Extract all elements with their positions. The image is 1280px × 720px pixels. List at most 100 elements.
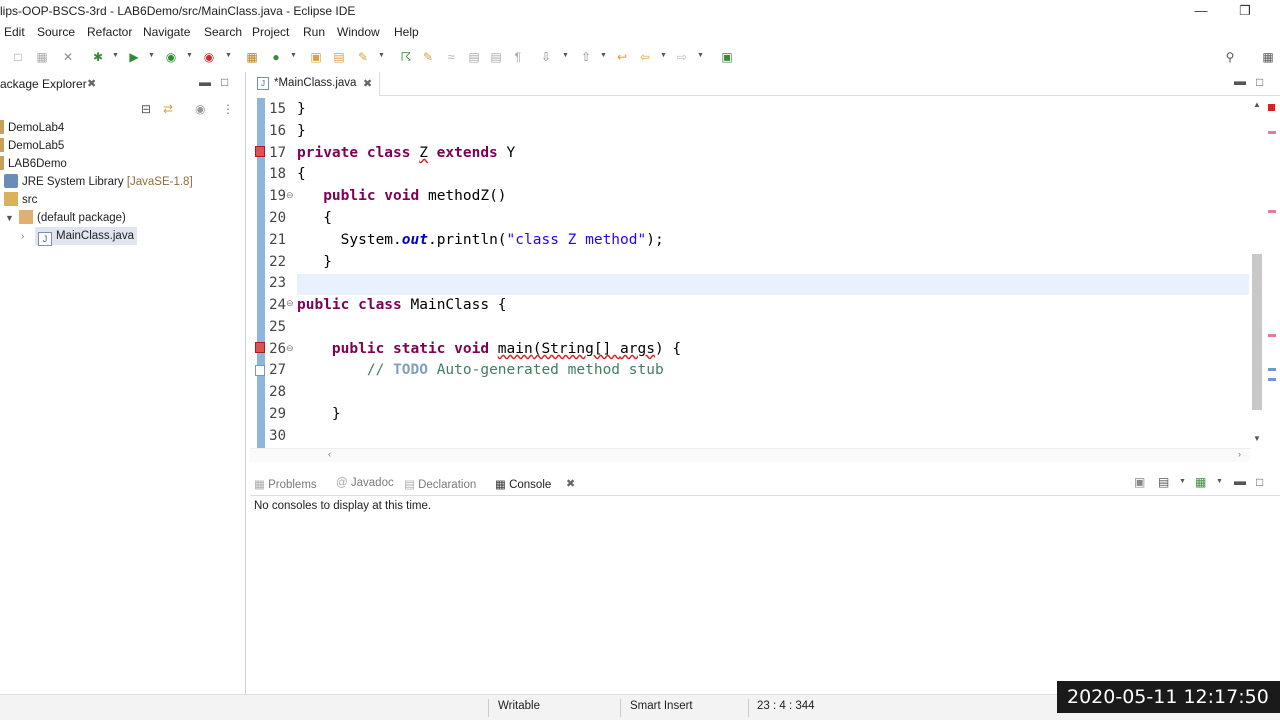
close-icon[interactable]: ✖ <box>566 477 575 490</box>
highlight-icon[interactable]: ✎ <box>420 49 436 65</box>
scroll-thumb[interactable] <box>1252 254 1262 410</box>
prev-annotation-icon[interactable]: ⇧ <box>578 49 594 65</box>
coverage-icon[interactable]: ◉ <box>163 49 179 65</box>
error-marker-icon[interactable] <box>255 146 265 157</box>
line-number: 27 <box>269 362 286 378</box>
coverage-dropdown-icon[interactable]: ▼ <box>186 52 193 59</box>
pin-editor-icon[interactable]: ▣ <box>719 49 735 65</box>
code-editor[interactable]: 15 16 17 18 19 20 21 22 23 24 25 26 27 2… <box>250 98 1280 448</box>
run-dropdown-icon[interactable]: ▼ <box>148 52 155 59</box>
forward-icon[interactable]: ⇨ <box>674 49 690 65</box>
minimize-view-icon[interactable]: ▬ <box>199 75 211 89</box>
maximize-editor-icon[interactable]: □ <box>1256 75 1263 89</box>
pilcrow-icon[interactable]: ¶ <box>510 49 526 65</box>
minimize-button[interactable]: — <box>1186 2 1216 20</box>
word-wrap-icon[interactable]: ▤ <box>466 49 482 65</box>
next-annotation-dropdown-icon[interactable]: ▼ <box>562 52 569 59</box>
editor-horizontal-scrollbar[interactable]: ‹ › <box>250 448 1250 462</box>
display-dropdown-icon[interactable]: ▼ <box>1179 478 1186 485</box>
menu-window[interactable]: Window <box>337 25 380 39</box>
fold-icon[interactable]: ⊖ <box>286 190 294 201</box>
search-dropdown-icon[interactable]: ▼ <box>378 52 385 59</box>
link-with-editor-icon[interactable]: ⇄ <box>163 102 173 116</box>
close-icon[interactable]: ✖ <box>87 77 96 90</box>
search-icon[interactable]: ⚲ <box>1222 49 1238 65</box>
overview-marker[interactable] <box>1268 210 1276 213</box>
tree-item-demolab5[interactable]: DemoLab5 <box>0 137 64 155</box>
tree-item-mainclass[interactable]: J MainClass.java <box>35 227 137 246</box>
menu-navigate[interactable]: Navigate <box>143 25 190 39</box>
block-selection-icon[interactable]: ≈ <box>443 49 459 65</box>
debug-icon[interactable]: ✱ <box>90 49 106 65</box>
external-tools-dropdown-icon[interactable]: ▼ <box>225 52 232 59</box>
back-dropdown-icon[interactable]: ▼ <box>660 52 667 59</box>
menu-help[interactable]: Help <box>394 25 419 39</box>
new-icon[interactable]: □ <box>10 49 26 65</box>
status-insert-mode[interactable]: Smart Insert <box>630 700 693 712</box>
debug-dropdown-icon[interactable]: ▼ <box>112 52 119 59</box>
menu-run[interactable]: Run <box>303 25 325 39</box>
open-console-dropdown-icon[interactable]: ▼ <box>1216 478 1223 485</box>
overview-marker[interactable] <box>1268 131 1276 134</box>
scroll-right-icon[interactable]: › <box>1238 449 1241 459</box>
task-marker-icon[interactable] <box>255 365 265 376</box>
open-console-icon[interactable]: ▦ <box>1195 475 1206 489</box>
tab-mainclass-java[interactable]: J *MainClass.java ✖ <box>250 72 380 96</box>
error-marker-icon[interactable] <box>255 342 265 353</box>
open-task-icon[interactable]: ▤ <box>331 49 347 65</box>
external-tools-icon[interactable]: ◉ <box>201 49 217 65</box>
overview-marker[interactable] <box>1268 334 1276 337</box>
chevron-down-icon[interactable]: ▼ <box>5 209 19 227</box>
overview-error-icon[interactable] <box>1268 104 1275 111</box>
tree-item-jre-library[interactable]: JRE System Library [JavaSE-1.8] <box>4 173 193 191</box>
menu-source[interactable]: Source <box>37 25 75 39</box>
minimize-panel-icon[interactable]: ▬ <box>1234 474 1246 488</box>
close-icon[interactable]: ✖ <box>363 77 372 90</box>
collapse-all-icon[interactable]: ⊟ <box>141 102 151 116</box>
next-annotation-icon[interactable]: ⇩ <box>538 49 554 65</box>
new-java-class-icon[interactable]: ● <box>268 49 284 65</box>
focus-icon[interactable]: ◉ <box>195 102 205 116</box>
run-icon[interactable]: ▶ <box>126 49 142 65</box>
tree-item-lab6demo[interactable]: LAB6Demo <box>0 155 67 173</box>
search-toolbar-icon[interactable]: ✎ <box>355 49 371 65</box>
maximize-panel-icon[interactable]: □ <box>1256 475 1263 489</box>
maximize-view-icon[interactable]: □ <box>221 75 228 89</box>
perspective-icon[interactable]: ▦ <box>1260 49 1276 65</box>
chevron-right-icon[interactable]: › <box>21 228 33 246</box>
back-icon[interactable]: ⇦ <box>637 49 653 65</box>
prev-annotation-dropdown-icon[interactable]: ▼ <box>600 52 607 59</box>
display-console-icon[interactable]: ▤ <box>1158 475 1169 489</box>
menu-search[interactable]: Search <box>204 25 242 39</box>
forward-dropdown-icon[interactable]: ▼ <box>697 52 704 59</box>
skip-breakpoints-icon[interactable]: ✕ <box>60 49 76 65</box>
save-all-icon[interactable]: ▦ <box>34 49 50 65</box>
tree-item-src[interactable]: src <box>4 191 37 209</box>
tab-console[interactable]: ▦ Console <box>495 477 551 491</box>
tab-declaration[interactable]: ▤ Declaration <box>404 477 476 491</box>
last-edit-icon[interactable]: ↩ <box>614 49 630 65</box>
tab-problems[interactable]: ▦ Problems <box>254 477 317 491</box>
new-class-dropdown-icon[interactable]: ▼ <box>290 52 297 59</box>
mark-occurrences-icon[interactable]: ☈ <box>398 49 414 65</box>
restore-button[interactable]: ❐ <box>1230 2 1260 20</box>
menu-edit[interactable]: Edit <box>4 25 25 39</box>
fold-icon[interactable]: ⊖ <box>286 298 294 309</box>
pin-console-icon[interactable]: ▣ <box>1134 475 1145 489</box>
tree-item-default-package[interactable]: ▼ (default package) <box>5 209 126 227</box>
tree-item-demolab4[interactable]: DemoLab4 <box>0 119 64 137</box>
overview-marker[interactable] <box>1268 368 1276 371</box>
view-menu-icon[interactable]: ⋮ <box>222 102 234 116</box>
scroll-down-icon[interactable]: ▼ <box>1253 434 1261 443</box>
overview-marker[interactable] <box>1268 378 1276 381</box>
scroll-up-icon[interactable]: ▲ <box>1253 100 1261 109</box>
tab-javadoc[interactable]: @ Javadoc <box>336 477 394 489</box>
minimize-editor-icon[interactable]: ▬ <box>1234 74 1246 88</box>
new-java-project-icon[interactable]: ▦ <box>244 49 260 65</box>
scroll-left-icon[interactable]: ‹ <box>328 449 331 459</box>
open-type-icon[interactable]: ▣ <box>308 49 324 65</box>
menu-refactor[interactable]: Refactor <box>87 25 132 39</box>
show-whitespace-icon[interactable]: ▤ <box>488 49 504 65</box>
menu-project[interactable]: Project <box>252 25 289 39</box>
fold-icon[interactable]: ⊖ <box>286 343 294 354</box>
